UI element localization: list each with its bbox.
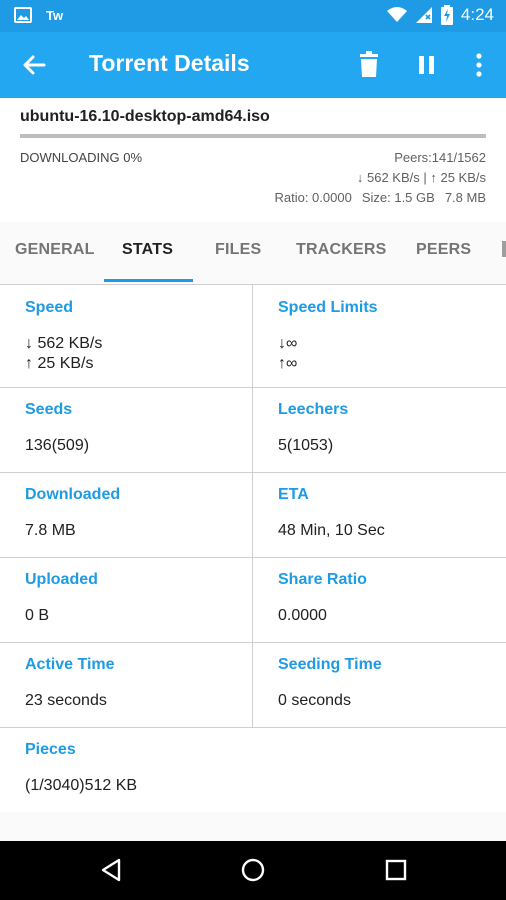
delete-icon[interactable]: [356, 51, 382, 79]
page-title: Torrent Details: [89, 50, 250, 76]
stats-row: Pieces (1/3040)512 KB: [0, 727, 506, 812]
share-ratio-cell: Share Ratio 0.0000: [253, 558, 506, 642]
speed-limits-values: ↓∞ ↑∞: [278, 334, 297, 374]
stats-row: Speed ↓ 562 KB/s ↑ 25 KB/s Speed Limits …: [0, 284, 506, 387]
active-time-value: 23 seconds: [25, 692, 107, 709]
eta-value: 48 Min, 10 Sec: [278, 522, 385, 539]
active-time-label: Active Time: [25, 656, 115, 673]
ratio-text: Ratio: 0.0000: [274, 190, 352, 205]
pieces-value: (1/3040)512 KB: [25, 777, 138, 794]
peers-count: Peers:141/1562: [394, 150, 486, 165]
speed-limits-label: Speed Limits: [278, 299, 378, 316]
notification-text: Tw: [46, 7, 64, 23]
share-ratio-value: 0.0000: [278, 607, 327, 624]
uploaded-value: 0 B: [25, 607, 50, 624]
image-icon: [14, 7, 32, 23]
seeding-time-cell: Seeding Time 0 seconds: [253, 643, 506, 727]
speed-limits-cell[interactable]: Speed Limits ↓∞ ↑∞: [253, 285, 506, 387]
eta-label: ETA: [278, 486, 309, 503]
tab-peers[interactable]: PEERS: [416, 241, 471, 259]
back-triangle-icon[interactable]: [98, 857, 124, 883]
downloaded-label: Downloaded: [25, 486, 121, 503]
torrent-name: ubuntu-16.10-desktop-amd64.iso: [20, 108, 270, 125]
pieces-label: Pieces: [25, 741, 76, 758]
tab-overflow-edge[interactable]: [502, 241, 506, 257]
stats-row: Downloaded 7.8 MB ETA 48 Min, 10 Sec: [0, 472, 506, 557]
size-text: Size: 1.5 GB: [361, 190, 435, 205]
recents-square-icon[interactable]: [383, 857, 409, 883]
active-tab-indicator: [104, 279, 193, 282]
speed-up: ↑ 25 KB/s: [25, 355, 94, 372]
download-progress-bar: [20, 134, 486, 138]
leechers-label: Leechers: [278, 401, 349, 418]
leechers-cell: Leechers 5(1053): [253, 388, 506, 472]
downloaded-size-text: 7.8 MB: [444, 190, 486, 205]
eta-cell: ETA 48 Min, 10 Sec: [253, 473, 506, 557]
limit-down: ↓∞: [278, 335, 298, 352]
app-bar: Torrent Details: [0, 32, 506, 98]
tab-stats[interactable]: STATS: [122, 241, 173, 259]
active-time-cell: Active Time 23 seconds: [0, 643, 253, 727]
leechers-value: 5(1053): [278, 437, 334, 454]
torrent-status: DOWNLOADING 0%: [20, 150, 143, 165]
arrow-left-icon[interactable]: [20, 51, 48, 79]
status-bar: Tw 4:24: [0, 0, 506, 32]
torrent-meta: Ratio: 0.0000 Size: 1.5 GB 7.8 MB: [274, 190, 486, 205]
tab-general[interactable]: GENERAL: [15, 241, 95, 259]
transfer-rates: ↓ 562 KB/s | ↑ 25 KB/s: [356, 170, 486, 185]
torrent-header: ubuntu-16.10-desktop-amd64.iso DOWNLOADI…: [0, 98, 506, 222]
speed-label: Speed: [25, 299, 74, 316]
speed-down: ↓ 562 KB/s: [25, 335, 103, 352]
clock: 4:24: [460, 5, 494, 24]
more-vert-icon[interactable]: [466, 51, 492, 79]
wifi-icon: [386, 7, 407, 22]
uploaded-cell: Uploaded 0 B: [0, 558, 253, 642]
downloaded-value: 7.8 MB: [25, 522, 76, 539]
tab-bar: GENERAL STATS FILES TRACKERS PEERS: [0, 222, 506, 284]
seeding-time-value: 0 seconds: [278, 692, 351, 709]
speed-cell: Speed ↓ 562 KB/s ↑ 25 KB/s: [0, 285, 253, 387]
stats-row: Uploaded 0 B Share Ratio 0.0000: [0, 557, 506, 642]
seeds-cell: Seeds 136(509): [0, 388, 253, 472]
stats-row: Active Time 23 seconds Seeding Time 0 se…: [0, 642, 506, 727]
speed-values: ↓ 562 KB/s ↑ 25 KB/s: [25, 334, 102, 374]
downloaded-cell: Downloaded 7.8 MB: [0, 473, 253, 557]
system-nav-bar: [0, 841, 506, 900]
stats-row: Seeds 136(509) Leechers 5(1053): [0, 387, 506, 472]
seeding-time-label: Seeding Time: [278, 656, 382, 673]
battery-charging-icon: [440, 5, 453, 25]
seeds-value: 136(509): [25, 437, 90, 454]
home-circle-icon[interactable]: [240, 857, 266, 883]
tab-files[interactable]: FILES: [215, 241, 261, 259]
limit-up: ↑∞: [278, 355, 298, 372]
pieces-cell: Pieces (1/3040)512 KB: [0, 728, 506, 812]
seeds-label: Seeds: [25, 401, 73, 418]
uploaded-label: Uploaded: [25, 571, 98, 588]
signal-icon: [415, 7, 432, 23]
stats-grid: Speed ↓ 562 KB/s ↑ 25 KB/s Speed Limits …: [0, 284, 506, 812]
share-ratio-label: Share Ratio: [278, 571, 367, 588]
tab-trackers[interactable]: TRACKERS: [296, 241, 387, 259]
pause-icon[interactable]: [414, 51, 440, 79]
